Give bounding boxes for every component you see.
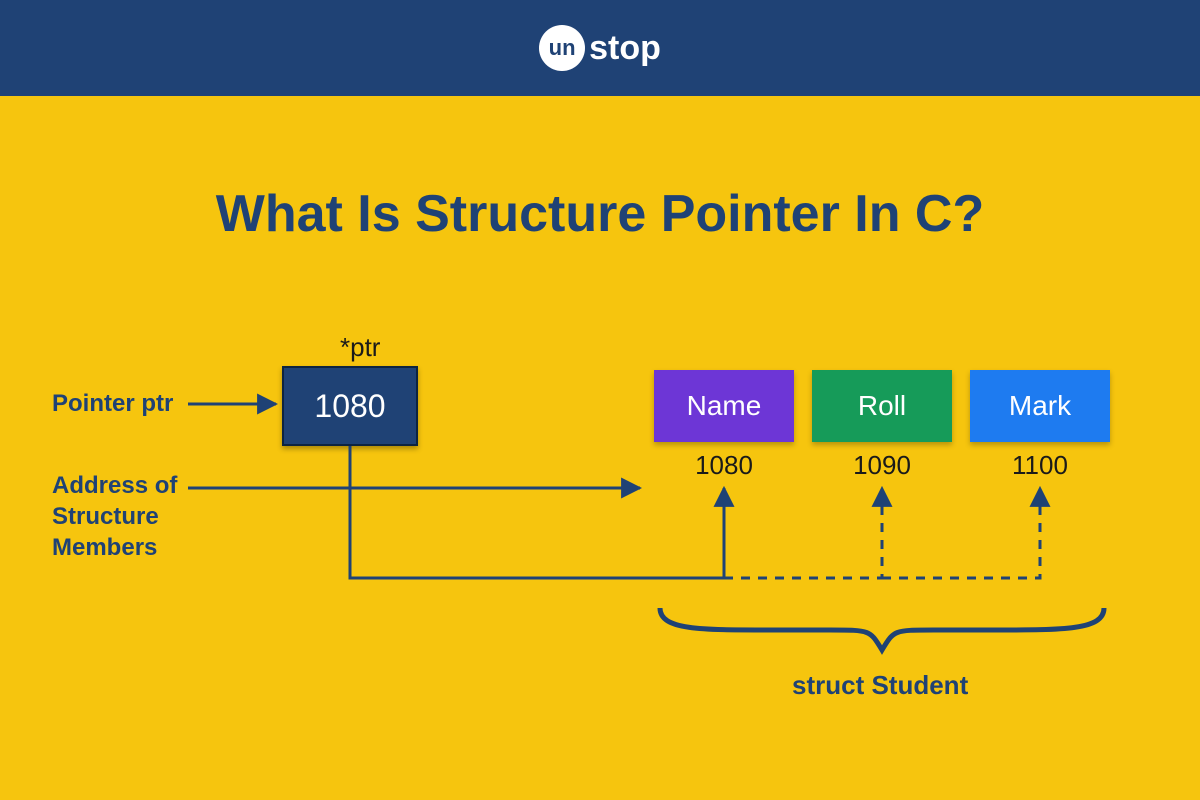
brand-logo: un stop xyxy=(539,25,661,71)
pointer-box: 1080 xyxy=(282,366,418,446)
member-address-mark: 1100 xyxy=(970,450,1110,481)
member-box-name: Name xyxy=(654,370,794,442)
brand-logo-circle: un xyxy=(539,25,585,71)
arrow-to-roll xyxy=(724,488,882,578)
label-address-of-members: Address of Structure Members xyxy=(52,470,177,564)
curly-brace xyxy=(660,608,1104,650)
arrow-to-mark xyxy=(882,488,1040,578)
pointer-top-label: *ptr xyxy=(340,332,380,363)
member-address-name: 1080 xyxy=(654,450,794,481)
brand-logo-text: stop xyxy=(589,29,661,68)
page-title: What Is Structure Pointer In C? xyxy=(0,184,1200,244)
diagram-area: *ptr 1080 Pointer ptr Address of Structu… xyxy=(0,330,1200,750)
struct-name-label: struct Student xyxy=(792,670,968,701)
header-bar: un stop xyxy=(0,0,1200,96)
member-box-roll: Roll xyxy=(812,370,952,442)
member-box-mark: Mark xyxy=(970,370,1110,442)
member-address-roll: 1090 xyxy=(812,450,952,481)
label-pointer-ptr: Pointer ptr xyxy=(52,390,173,418)
